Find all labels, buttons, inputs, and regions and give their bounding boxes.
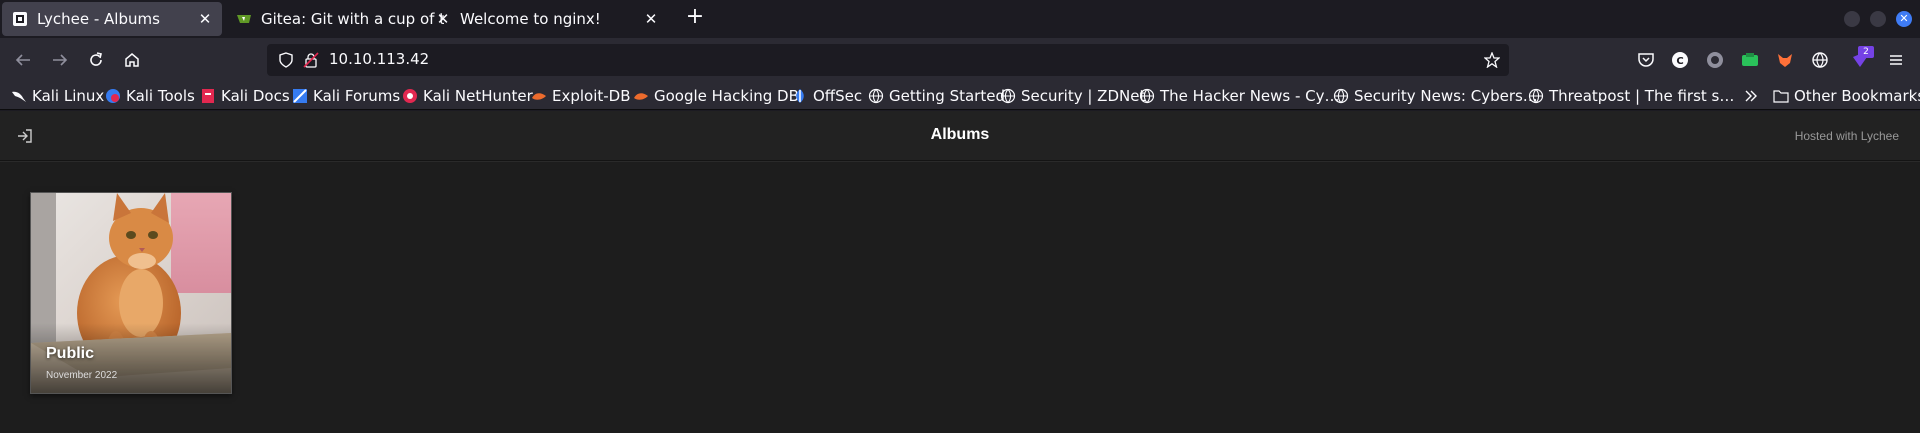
album-date: November 2022 <box>46 370 118 381</box>
bookmark-label: Security | ZDNet <box>1021 87 1146 105</box>
bookmarks-overflow-chevron-icon[interactable] <box>1743 86 1759 106</box>
insecure-lock-icon[interactable] <box>303 52 319 68</box>
bookmark-security-zdnet[interactable]: Security | ZDNet <box>1000 86 1145 106</box>
bookmark-threatpost[interactable]: Threatpost | The first s… <box>1528 86 1734 106</box>
bookmark-kali-forums[interactable]: Kali Forums <box>292 86 400 106</box>
menu-icon[interactable] <box>1886 50 1906 70</box>
tab-close-icon[interactable]: ✕ <box>196 10 214 28</box>
bookmark-google-hacking-db[interactable]: Google Hacking DB <box>633 86 799 106</box>
lychee-favicon-icon <box>13 12 27 26</box>
bookmark-label: Kali NetHunter <box>423 87 533 105</box>
tab-title: Lychee - Albums <box>37 10 160 28</box>
tab-strip: Lychee - Albums ✕ Gitea: Git with a cup … <box>0 0 1920 38</box>
bookmark-label: Exploit-DB <box>552 87 631 105</box>
other-bookmarks[interactable]: Other Bookmarks <box>1773 86 1920 106</box>
bookmark-label: Kali Linux <box>32 87 105 105</box>
kali-tools-icon <box>106 89 120 103</box>
globe-icon <box>868 88 884 104</box>
extension-fox-icon[interactable] <box>1775 50 1795 70</box>
shield-icon[interactable] <box>278 52 294 68</box>
kali-icon <box>12 91 26 102</box>
folder-icon <box>1773 90 1789 103</box>
bookmark-label: Kali Docs <box>221 87 290 105</box>
bookmark-offsec[interactable]: OffSec <box>792 86 862 106</box>
bookmark-security-news[interactable]: Security News: Cybers… <box>1333 86 1538 106</box>
lychee-header: Albums Hosted with Lychee <box>0 111 1920 161</box>
bookmark-exploit-db[interactable]: Exploit-DB <box>531 86 631 106</box>
bookmark-label: OffSec <box>813 87 863 105</box>
tab-title: Welcome to nginx! <box>460 10 601 28</box>
tab-lychee[interactable]: Lychee - Albums ✕ <box>2 2 222 36</box>
extension-c-icon[interactable]: C <box>1670 50 1690 70</box>
album-title: Public <box>46 345 95 362</box>
maximize-icon[interactable] <box>1870 11 1886 27</box>
bookmark-star-icon[interactable] <box>1484 52 1500 68</box>
tab-nginx[interactable]: Welcome to nginx! ✕ <box>450 2 668 36</box>
album-card[interactable]: Public November 2022 <box>30 192 232 394</box>
globe-icon <box>1528 88 1544 104</box>
nethunter-icon <box>403 89 417 103</box>
bookmark-kali-tools[interactable]: Kali Tools <box>105 86 195 106</box>
extension-firefox-icon[interactable] <box>1705 50 1725 70</box>
extension-globe-icon[interactable] <box>1810 50 1830 70</box>
reload-icon[interactable] <box>84 48 108 72</box>
bookmark-label: Kali Forums <box>313 87 401 105</box>
url-bar[interactable]: 10.10.113.42 <box>267 44 1509 76</box>
bookmark-label: Threatpost | The first s… <box>1549 87 1735 105</box>
hosted-with-lychee[interactable]: Hosted with Lychee <box>1795 129 1899 143</box>
ghdb-icon <box>634 93 648 100</box>
tab-title: Gitea: Git with a cup of tea <box>261 10 444 28</box>
bookmark-label: Kali Tools <box>126 87 195 105</box>
lychee-page: Albums Hosted with Lychee Public Novembe… <box>0 111 1920 433</box>
pocket-icon[interactable] <box>1636 50 1656 70</box>
extension-green-icon[interactable] <box>1740 50 1760 70</box>
gitea-favicon-icon <box>237 15 251 23</box>
tab-close-icon[interactable]: ✕ <box>642 10 660 28</box>
home-icon[interactable] <box>120 48 144 72</box>
page-title: Albums <box>930 126 990 143</box>
globe-icon <box>1139 88 1155 104</box>
offsec-icon <box>796 89 804 103</box>
bookmark-kali-nethunter[interactable]: Kali NetHunter <box>402 86 533 106</box>
bookmark-kali-linux[interactable]: Kali Linux <box>11 86 104 106</box>
bookmark-label: Security News: Cybers… <box>1354 87 1538 105</box>
minimize-icon[interactable] <box>1844 11 1860 27</box>
bookmark-label: Getting Started <box>889 87 1005 105</box>
new-tab-icon[interactable]: + <box>684 6 706 28</box>
kali-docs-icon <box>202 89 214 103</box>
tab-gitea[interactable]: Gitea: Git with a cup of tea ✕ <box>226 2 449 36</box>
url-text[interactable]: 10.10.113.42 <box>329 50 429 68</box>
bookmark-label: Google Hacking DB <box>654 87 799 105</box>
extension-badge: 2 <box>1858 46 1874 58</box>
globe-icon <box>1000 88 1016 104</box>
bookmark-getting-started[interactable]: Getting Started <box>868 86 1005 106</box>
svg-text:C: C <box>1676 56 1683 67</box>
back-icon[interactable] <box>11 48 35 72</box>
bookmark-label: The Hacker News - Cy… <box>1160 87 1340 105</box>
forward-icon[interactable] <box>48 48 72 72</box>
kali-forums-icon <box>293 89 307 103</box>
globe-icon <box>1333 88 1349 104</box>
bookmarks-toolbar: Kali Linux Kali Tools Kali Docs Kali For… <box>0 82 1920 110</box>
exploitdb-icon <box>532 93 546 100</box>
other-bookmarks-label: Other Bookmarks <box>1794 87 1920 105</box>
window-close-icon[interactable]: ✕ <box>1896 11 1912 27</box>
navigation-bar: 10.10.113.42 C 2 <box>0 38 1920 82</box>
bookmark-kali-docs[interactable]: Kali Docs <box>200 86 290 106</box>
bookmark-hacker-news[interactable]: The Hacker News - Cy… <box>1139 86 1340 106</box>
